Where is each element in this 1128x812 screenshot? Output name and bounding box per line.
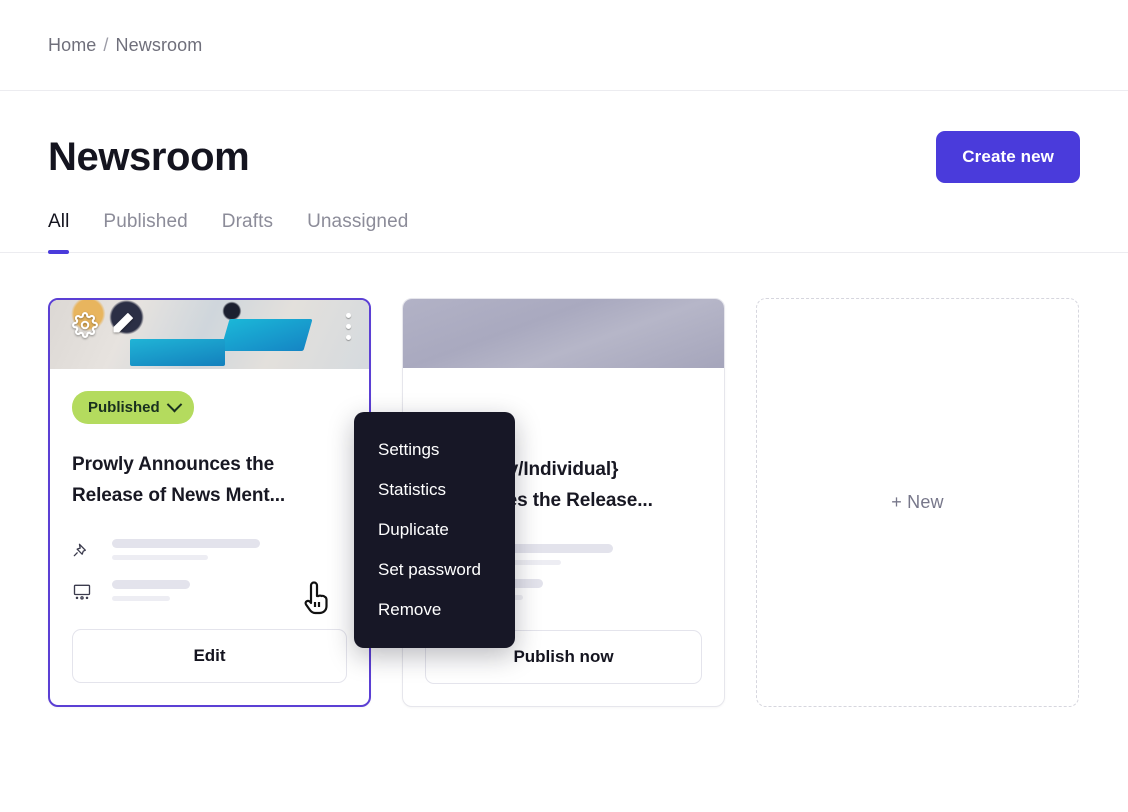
menu-item-settings[interactable]: Settings [354,430,515,470]
kebab-dot [346,313,351,318]
tab-all[interactable]: All [48,211,70,254]
placeholder-bar [112,554,208,560]
pin-icon [72,539,94,566]
monitor-icon [72,580,94,607]
gear-icon[interactable] [72,312,98,343]
card-meta-list [72,538,347,607]
add-new-card[interactable]: + New [756,298,1079,707]
tabs-bar: All Published Drafts Unassigned [0,211,1128,254]
tab-unassigned[interactable]: Unassigned [307,211,408,252]
status-badge-published[interactable]: Published [72,391,194,424]
placeholder-bar [112,538,260,548]
card-context-menu: Settings Statistics Duplicate Set passwo… [354,412,515,648]
breadcrumb-current[interactable]: Newsroom [116,35,203,56]
newsroom-card-published[interactable]: Published Prowly Announces the Release o… [48,298,371,707]
card-thumbnail-image [403,299,724,368]
chevron-down-icon [166,396,182,413]
page-header: Newsroom Create new [0,91,1128,183]
page-title: Newsroom [48,135,250,179]
kebab-menu-icon[interactable] [346,313,351,340]
breadcrumb-separator: / [103,34,109,55]
kebab-dot [346,324,351,329]
card-footer: Edit [50,607,369,705]
menu-item-statistics[interactable]: Statistics [354,470,515,510]
pencil-icon[interactable] [110,310,136,341]
create-new-button[interactable]: Create new [936,131,1080,183]
card-body: Published Prowly Announces the Release o… [50,369,369,607]
breadcrumb: Home / Newsroom [48,35,202,56]
menu-item-set-password[interactable]: Set password [354,550,515,590]
menu-item-remove[interactable]: Remove [354,590,515,630]
menu-item-duplicate[interactable]: Duplicate [354,510,515,550]
meta-placeholder-bars [112,579,347,601]
card-thumbnail-image [50,300,369,369]
newsroom-card-grid: Published Prowly Announces the Release o… [0,253,1128,707]
edit-button[interactable]: Edit [72,628,347,683]
meta-row-screen [72,579,347,607]
app-window: Home / Newsroom Newsroom Create new All … [0,0,1128,812]
tab-drafts[interactable]: Drafts [222,211,273,252]
kebab-dot [346,335,351,340]
placeholder-bar [112,595,170,601]
meta-row-pin [72,538,347,566]
status-badge-label: Published [88,399,160,416]
add-new-label: + New [891,491,944,512]
breadcrumb-bar: Home / Newsroom [0,0,1128,91]
card-title: Prowly Announces the Release of News Men… [72,454,286,507]
placeholder-bar [112,579,190,589]
tab-published[interactable]: Published [103,211,187,252]
tab-list: All Published Drafts Unassigned [48,211,1080,254]
meta-placeholder-bars [112,538,347,560]
breadcrumb-home[interactable]: Home [48,35,96,56]
